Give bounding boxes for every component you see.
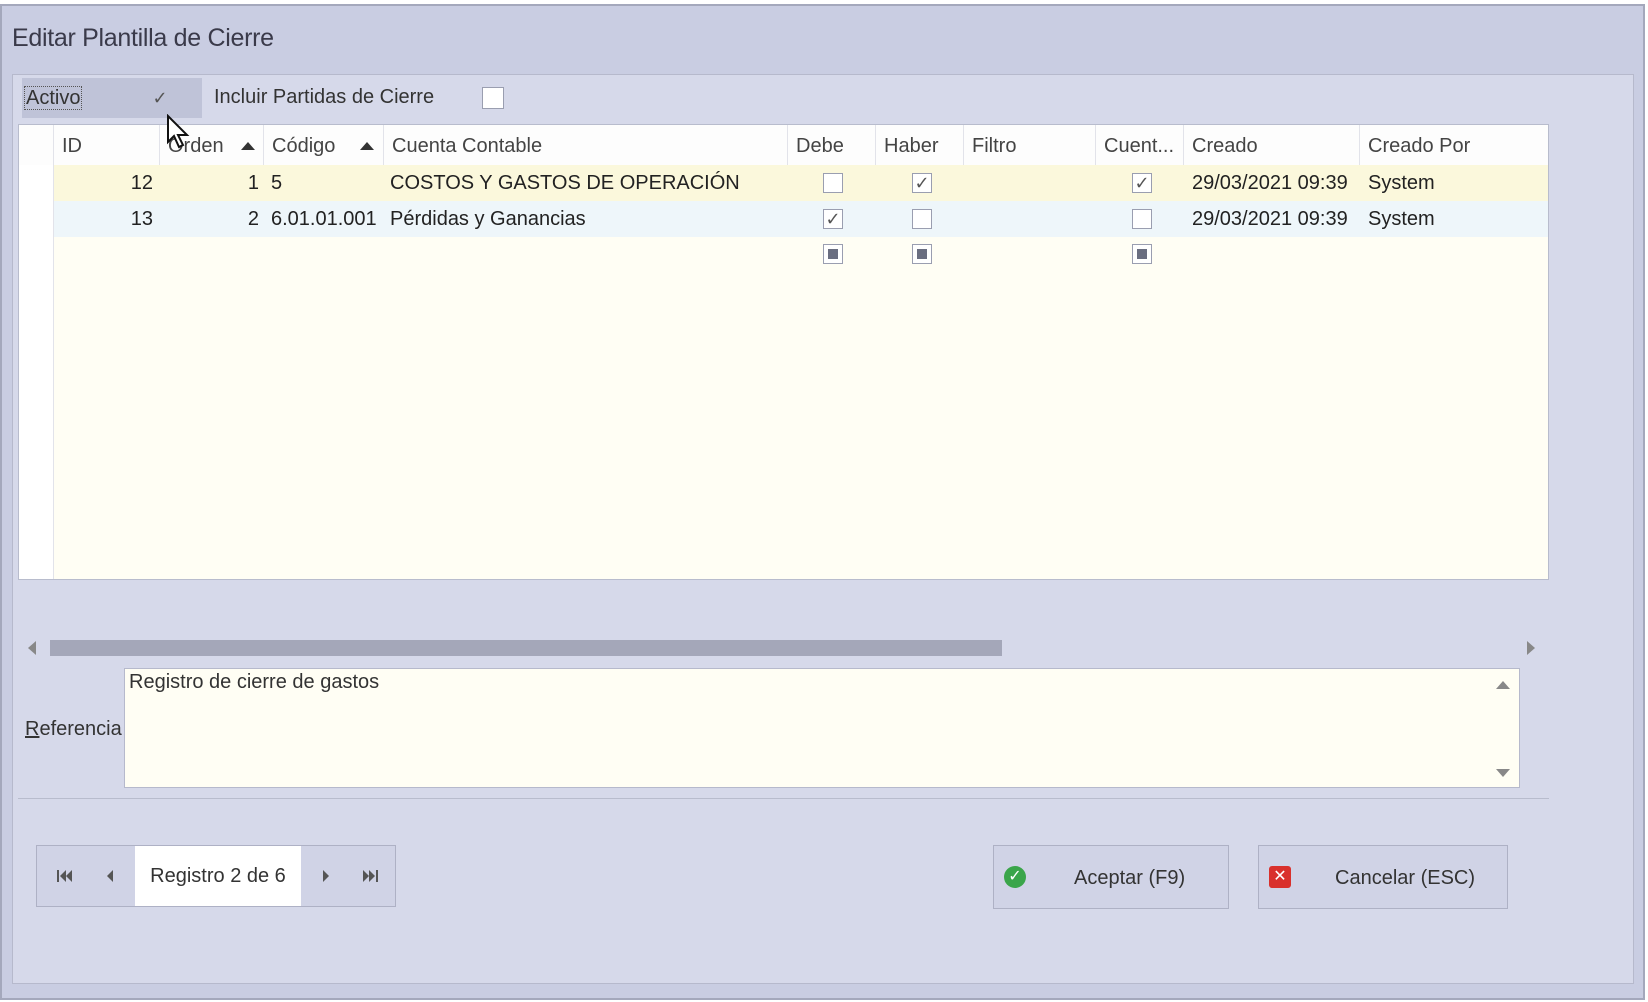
cell-haber-checkbox[interactable]: [912, 209, 932, 229]
first-record-icon: [57, 870, 59, 882]
referencia-memo: Registro de cierre de gastos: [124, 668, 1520, 788]
activo-label[interactable]: Activo: [24, 86, 83, 110]
cell-codigo[interactable]: 5: [271, 165, 381, 201]
cell-debe-checkbox[interactable]: [823, 209, 843, 229]
accept-button-label: Aceptar (F9): [1074, 867, 1186, 889]
cell-cuent-checkbox[interactable]: [1132, 173, 1152, 193]
prev-record-icon: [107, 870, 113, 882]
horizontal-scroll-thumb[interactable]: [50, 640, 1002, 656]
scroll-right-icon[interactable]: [1527, 641, 1535, 655]
scroll-down-icon[interactable]: [1496, 769, 1510, 777]
cell-debe-checkbox[interactable]: [823, 173, 843, 193]
cancel-button[interactable]: ✕ Cancelar (ESC): [1258, 845, 1508, 909]
cell-codigo[interactable]: 6.01.01.001: [271, 201, 381, 237]
scroll-left-icon[interactable]: [28, 641, 36, 655]
next-record-button[interactable]: [303, 846, 349, 906]
incluir-partidas-label[interactable]: Incluir Partidas de Cierre: [214, 86, 434, 108]
check-circle-icon: ✓: [1004, 866, 1026, 888]
cell-orden[interactable]: 2: [159, 201, 259, 237]
scroll-up-icon[interactable]: [1496, 681, 1510, 689]
mouse-pointer-icon: [167, 114, 190, 149]
divider: [18, 798, 1549, 799]
cell-cuenta[interactable]: COSTOS Y GASTOS DE OPERACIÓN: [390, 165, 785, 201]
table-row[interactable]: 12 1 5 COSTOS Y GASTOS DE OPERACIÓN 29/0…: [19, 165, 1548, 201]
dialog-title: Editar Plantilla de Cierre: [12, 24, 274, 52]
cell-cuent-checkbox[interactable]: [1132, 209, 1152, 229]
last-record-button[interactable]: [349, 846, 395, 906]
last-record-icon-part: [369, 870, 375, 882]
first-record-icon-part: [66, 870, 72, 882]
cell-id[interactable]: 13: [53, 201, 153, 237]
table-row[interactable]: 13 2 6.01.01.001 Pérdidas y Ganancias 29…: [19, 201, 1548, 237]
incluir-partidas-checkbox[interactable]: [482, 87, 504, 109]
data-grid: ID Orden Código Cuenta Contable Debe Hab…: [18, 124, 1549, 580]
new-row-debe-checkbox[interactable]: [823, 244, 843, 264]
col-header-debe[interactable]: Debe: [787, 125, 875, 165]
next-record-icon: [323, 870, 329, 882]
new-row-haber-checkbox[interactable]: [912, 244, 932, 264]
header-indicator: [19, 125, 53, 165]
col-header-filtro[interactable]: Filtro: [963, 125, 1095, 165]
col-header-haber[interactable]: Haber: [875, 125, 963, 165]
row-indicator-column: [19, 165, 54, 579]
cell-cuenta[interactable]: Pérdidas y Ganancias: [390, 201, 785, 237]
referencia-input[interactable]: Registro de cierre de gastos: [129, 671, 1479, 781]
new-item-row[interactable]: [19, 237, 1548, 273]
record-navigator: Registro 2 de 6: [36, 845, 396, 907]
sort-asc-icon: [241, 142, 255, 150]
cell-haber-checkbox[interactable]: [912, 173, 932, 193]
cell-id[interactable]: 12: [53, 165, 153, 201]
col-header-cuenta-contable[interactable]: Cuenta Contable: [383, 125, 787, 165]
new-row-cuent-checkbox[interactable]: [1132, 244, 1152, 264]
record-position-text: Registro 2 de 6: [135, 846, 301, 906]
cell-creado[interactable]: 29/03/2021 09:39: [1192, 201, 1358, 237]
col-header-creado-por[interactable]: Creado Por: [1359, 125, 1548, 165]
referencia-label: Referencia: [25, 718, 122, 740]
col-header-id[interactable]: ID: [53, 125, 159, 165]
grid-header: ID Orden Código Cuenta Contable Debe Hab…: [19, 125, 1548, 166]
col-header-creado[interactable]: Creado: [1183, 125, 1359, 165]
first-record-button[interactable]: [41, 846, 87, 906]
cancel-button-label: Cancelar (ESC): [1335, 867, 1476, 889]
referencia-vertical-scrollbar[interactable]: [1487, 669, 1519, 787]
prev-record-button[interactable]: [87, 846, 133, 906]
activo-checkbox[interactable]: [150, 88, 170, 108]
cell-creado-por[interactable]: System: [1368, 165, 1538, 201]
cell-creado[interactable]: 29/03/2021 09:39: [1192, 165, 1358, 201]
accept-button[interactable]: ✓ Aceptar (F9): [993, 845, 1229, 909]
sort-asc-icon: [360, 142, 374, 150]
close-icon: ✕: [1269, 866, 1291, 888]
last-record-icon: [376, 870, 378, 882]
cell-orden[interactable]: 1: [159, 165, 259, 201]
col-header-cuent[interactable]: Cuent...: [1095, 125, 1183, 165]
cell-creado-por[interactable]: System: [1368, 201, 1538, 237]
